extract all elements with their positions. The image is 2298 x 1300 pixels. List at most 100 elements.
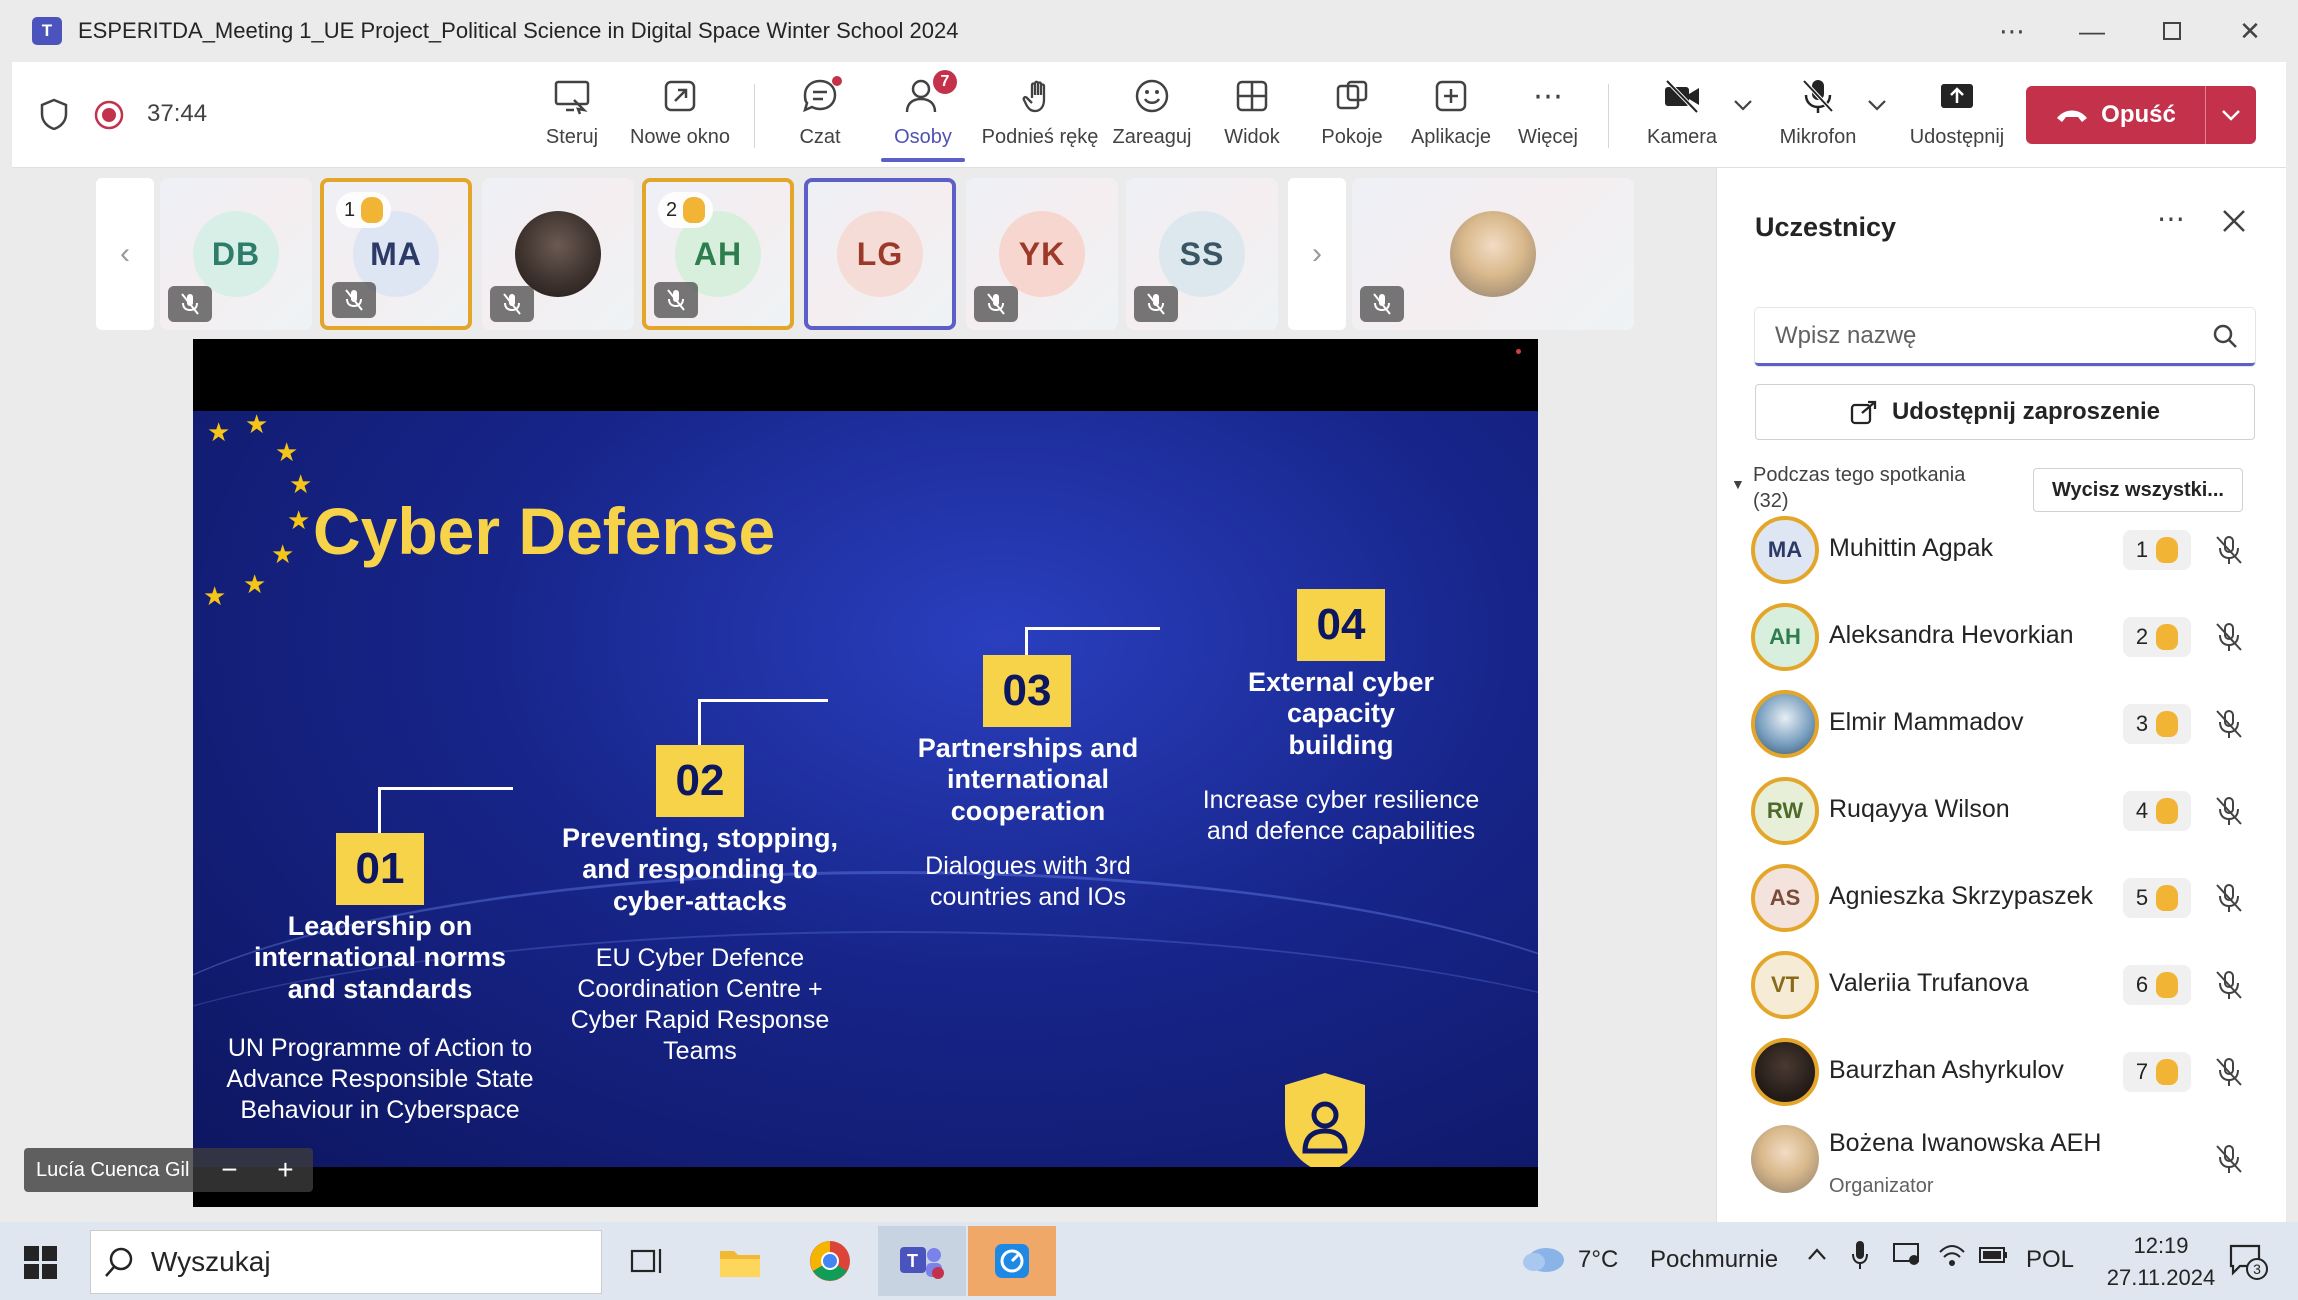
muted-mic-icon[interactable]: [2213, 882, 2245, 914]
window-more-icon[interactable]: ⋯: [1984, 10, 2040, 52]
task-view-icon[interactable]: [604, 1226, 692, 1296]
toolbar-osoby[interactable]: 7 Osoby: [868, 70, 978, 164]
chrome-icon[interactable]: [786, 1226, 874, 1296]
file-explorer-icon[interactable]: [696, 1226, 784, 1296]
avatar: AS: [1751, 864, 1819, 932]
participant-row[interactable]: AS Agnieszka Skrzypaszek 5: [1751, 858, 2271, 938]
participant-row[interactable]: MA Muhittin Agpak 1: [1751, 510, 2271, 590]
raised-hand-icon: [2156, 885, 2179, 911]
tray-chevron-up-icon[interactable]: [1806, 1242, 1828, 1270]
toolbar-raise-hand[interactable]: Podnieś rękę: [970, 74, 1110, 164]
raised-hand-badge: 7: [2123, 1052, 2191, 1092]
participant-tile[interactable]: DB: [160, 178, 312, 330]
shield-icon[interactable]: [40, 98, 68, 130]
toolbar-more[interactable]: ⋯ Więcej: [1506, 74, 1590, 164]
toolbar-share[interactable]: Udostępnij: [1902, 74, 2012, 164]
toolbar-steruj[interactable]: Steruj: [532, 74, 612, 164]
windows-start-icon[interactable]: [24, 1246, 58, 1280]
search-icon[interactable]: [2211, 322, 2239, 350]
muted-mic-icon: [1360, 286, 1404, 322]
collapse-triangle-icon[interactable]: ▼: [1731, 476, 1745, 492]
muted-mic-icon[interactable]: [2213, 1143, 2245, 1175]
smiley-icon: [1130, 74, 1174, 118]
title-bar: T ESPERITDA_Meeting 1_UE Project_Politic…: [0, 0, 2298, 62]
pinned-app-icon[interactable]: [968, 1226, 1056, 1296]
participant-name: Baurzhan Ashyrkulov: [1829, 1056, 2064, 1084]
weather-temp[interactable]: 7°C: [1578, 1246, 1618, 1274]
close-panel-icon[interactable]: [2221, 208, 2247, 239]
hand-order-number: 4: [2135, 798, 2149, 823]
tray-mic-icon[interactable]: [1852, 1240, 1868, 1277]
taskbar-search[interactable]: Wyszukaj: [90, 1230, 602, 1294]
tray-wifi-icon[interactable]: [1938, 1242, 1966, 1275]
minimize-button[interactable]: —: [2064, 10, 2120, 52]
tray-display-icon[interactable]: [1892, 1242, 1920, 1275]
toolbar-czat[interactable]: Czat: [780, 74, 860, 164]
hand-order-number: 2: [2135, 624, 2149, 649]
participant-tile[interactable]: [482, 178, 634, 330]
section-header[interactable]: Podczas tego spotkania (32): [1753, 462, 1993, 514]
toolbar-rooms[interactable]: Pokoje: [1310, 74, 1394, 164]
participant-row[interactable]: Baurzhan Ashyrkulov 7: [1751, 1032, 2271, 1112]
strip-next-button[interactable]: ›: [1288, 178, 1346, 330]
participant-tile[interactable]: MA 1: [320, 178, 472, 330]
notifications-icon[interactable]: 3: [2228, 1242, 2268, 1283]
toolbar-nowe-okno[interactable]: Nowe okno: [620, 74, 740, 164]
invite-label: Udostępnij zaproszenie: [1891, 398, 2161, 425]
leave-meeting-button[interactable]: Opuść: [2026, 86, 2256, 144]
muted-mic-icon[interactable]: [2213, 969, 2245, 1001]
muted-mic-icon[interactable]: [2213, 795, 2245, 827]
toolbar-camera[interactable]: Kamera: [1632, 74, 1732, 164]
zoom-out-button[interactable]: −: [201, 1148, 258, 1192]
taskbar-search-label: Wyszukaj: [151, 1246, 271, 1277]
avatar: YK: [999, 211, 1085, 297]
participant-tile[interactable]: AH 2: [642, 178, 794, 330]
share-invite-button[interactable]: Udostępnij zaproszenie: [1755, 384, 2255, 440]
toolbar-view[interactable]: Widok: [1210, 74, 1294, 164]
muted-mic-icon[interactable]: [2213, 621, 2245, 653]
step-heading: Preventing, stopping, and responding to cy…: [561, 823, 838, 916]
leave-label: Opuść: [2101, 101, 2176, 128]
participant-tile[interactable]: LG: [804, 178, 956, 330]
muted-mic-icon[interactable]: [2213, 708, 2245, 740]
self-view-tile[interactable]: [1352, 178, 1634, 330]
participant-search-input[interactable]: [1775, 322, 2175, 350]
camera-options-chevron-icon[interactable]: [1732, 98, 1754, 117]
muted-mic-icon: [490, 286, 534, 322]
windows-taskbar: Wyszukaj T 7°C Pochmurnie POL 12:19 27.1…: [0, 1222, 2298, 1300]
share-link-icon: [1850, 400, 1877, 425]
participant-tile[interactable]: SS: [1126, 178, 1278, 330]
participant-row[interactable]: VT Valeriia Trufanova 6: [1751, 945, 2271, 1025]
mute-all-button[interactable]: Wycisz wszystki...: [2033, 468, 2243, 512]
maximize-button[interactable]: [2144, 10, 2200, 52]
hand-order-number: 5: [2135, 885, 2149, 910]
participant-row[interactable]: RW Ruqayya Wilson 4: [1751, 771, 2271, 851]
teams-taskbar-icon[interactable]: T: [878, 1226, 966, 1296]
muted-mic-icon[interactable]: [2213, 1056, 2245, 1088]
camera-off-icon: [1660, 74, 1704, 118]
participant-tile[interactable]: YK: [966, 178, 1118, 330]
avatar: AH: [1751, 603, 1819, 671]
toolbar-apps[interactable]: Aplikacje: [1396, 74, 1506, 164]
leave-options-chevron-icon[interactable]: [2206, 108, 2256, 122]
tray-battery-icon[interactable]: [1978, 1242, 2010, 1275]
weather-text[interactable]: Pochmurnie: [1650, 1246, 1778, 1274]
participant-row[interactable]: Elmir Mammadov 3: [1751, 684, 2271, 764]
participant-row[interactable]: Bożena Iwanowska AEH Organizator: [1751, 1119, 2271, 1199]
participant-row[interactable]: AH Aleksandra Hevorkian 2: [1751, 597, 2271, 677]
participant-search[interactable]: [1755, 308, 2255, 366]
toolbar-microphone[interactable]: Mikrofon: [1768, 74, 1868, 164]
avatar: LG: [837, 211, 923, 297]
panel-more-icon[interactable]: ⋯: [2157, 202, 2185, 235]
language-indicator[interactable]: POL: [2026, 1246, 2074, 1274]
mic-options-chevron-icon[interactable]: [1866, 98, 1888, 117]
strip-previous-button[interactable]: ‹: [96, 178, 154, 330]
clock-time: 12:19: [2133, 1233, 2189, 1258]
muted-mic-icon[interactable]: [2213, 534, 2245, 566]
chat-icon: [798, 74, 842, 118]
muted-mic-icon: [332, 282, 376, 318]
close-window-button[interactable]: ✕: [2222, 10, 2278, 52]
zoom-in-button[interactable]: +: [257, 1148, 314, 1192]
toolbar-react[interactable]: Zareaguj: [1110, 74, 1194, 164]
clock[interactable]: 12:19 27.11.2024: [2096, 1230, 2226, 1294]
